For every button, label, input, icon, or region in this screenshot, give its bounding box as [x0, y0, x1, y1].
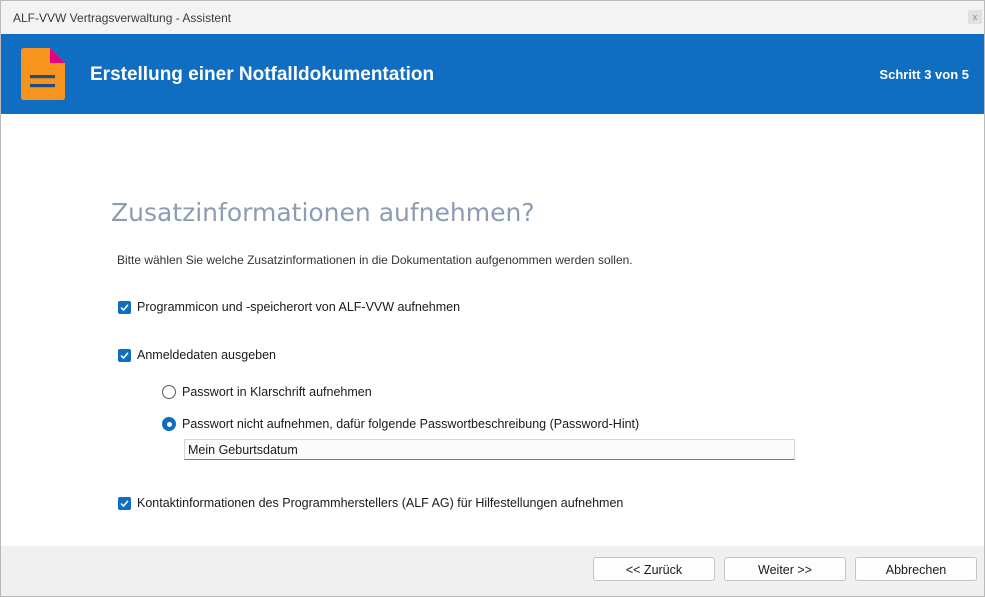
login-data-label: Anmeldedaten ausgeben: [137, 348, 277, 362]
next-button[interactable]: Weiter >>: [724, 557, 846, 581]
password-plain-radio[interactable]: [162, 385, 176, 399]
title-bar: ALF-VVW Vertragsverwaltung - Assistent x: [1, 1, 984, 34]
contact-info-label: Kontaktinformationen des Programmherstel…: [137, 496, 624, 510]
wizard-banner: Erstellung einer Notfalldokumentation Sc…: [1, 34, 984, 114]
program-icon-checkbox[interactable]: [118, 300, 131, 314]
document-icon: [21, 48, 65, 100]
login-data-checkbox[interactable]: [118, 348, 131, 362]
login-data-option[interactable]: Anmeldedaten ausgeben: [118, 348, 276, 362]
program-icon-option[interactable]: Programmicon und -speicherort von ALF-VV…: [118, 300, 460, 314]
checkmark-icon: [120, 351, 129, 359]
password-hint-radio[interactable]: [162, 417, 176, 431]
wizard-footer: << Zurück Weiter >> Abbrechen: [1, 546, 984, 596]
checkmark-icon: [120, 303, 129, 311]
step-indicator: Schritt 3 von 5: [879, 67, 969, 82]
wizard-window: ALF-VVW Vertragsverwaltung - Assistent x…: [0, 0, 985, 597]
password-hint-input[interactable]: [184, 439, 795, 460]
page-description: Bitte wählen Sie welche Zusatzinformatio…: [117, 253, 633, 267]
contact-info-checkbox[interactable]: [118, 496, 131, 510]
password-hint-option[interactable]: Passwort nicht aufnehmen, dafür folgende…: [162, 417, 639, 431]
window-title: ALF-VVW Vertragsverwaltung - Assistent: [13, 11, 232, 25]
checkmark-icon: [120, 499, 129, 507]
password-hint-label: Passwort nicht aufnehmen, dafür folgende…: [182, 417, 640, 431]
cancel-button[interactable]: Abbrechen: [855, 557, 977, 581]
program-icon-label: Programmicon und -speicherort von ALF-VV…: [137, 300, 461, 314]
wizard-heading: Erstellung einer Notfalldokumentation: [90, 64, 435, 85]
page-title: Zusatzinformationen aufnehmen?: [111, 198, 535, 227]
password-plain-label: Passwort in Klarschrift aufnehmen: [182, 385, 372, 399]
contact-info-option[interactable]: Kontaktinformationen des Programmherstel…: [118, 496, 623, 510]
wizard-content: Zusatzinformationen aufnehmen? Bitte wäh…: [1, 114, 984, 546]
back-button[interactable]: << Zurück: [593, 557, 715, 581]
close-icon[interactable]: x: [968, 10, 982, 24]
password-plain-option[interactable]: Passwort in Klarschrift aufnehmen: [162, 385, 372, 399]
